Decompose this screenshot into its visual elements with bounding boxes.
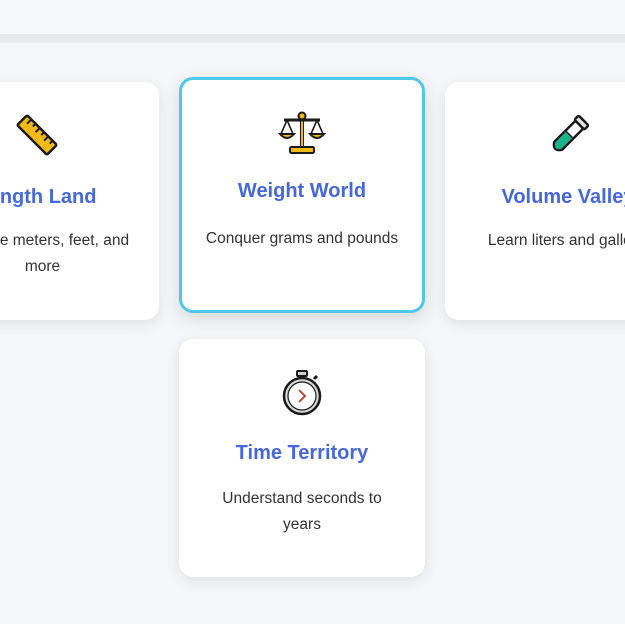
card-description: Learn liters and gallons (487, 232, 625, 249)
card-length-land[interactable]: Length Land Explore meters, feet, and mo… (0, 82, 159, 320)
page: Length Land Explore meters, feet, and mo… (0, 0, 625, 624)
stopwatch-icon (179, 369, 425, 417)
card-description: Explore meters, feet, and more (0, 232, 130, 275)
card-volume-valley[interactable]: Volume Valley Learn liters and gallons (445, 82, 625, 320)
scales-icon (182, 108, 422, 156)
card-title: Volume Valley (501, 186, 625, 208)
card-title: Time Territory (235, 442, 369, 464)
card-description: Understand seconds to years (222, 490, 382, 533)
card-title: Length Land (0, 186, 97, 208)
ruler-icon (0, 112, 159, 158)
card-weight-world[interactable]: Weight World Conquer grams and pounds (179, 77, 425, 313)
card-title: Weight World (237, 180, 367, 202)
card-time-territory[interactable]: Time Territory Understand seconds to yea… (179, 339, 425, 577)
test-tube-icon (445, 112, 625, 160)
divider-bar (0, 34, 625, 43)
card-description: Conquer grams and pounds (205, 230, 399, 247)
top-strip (0, 0, 625, 34)
